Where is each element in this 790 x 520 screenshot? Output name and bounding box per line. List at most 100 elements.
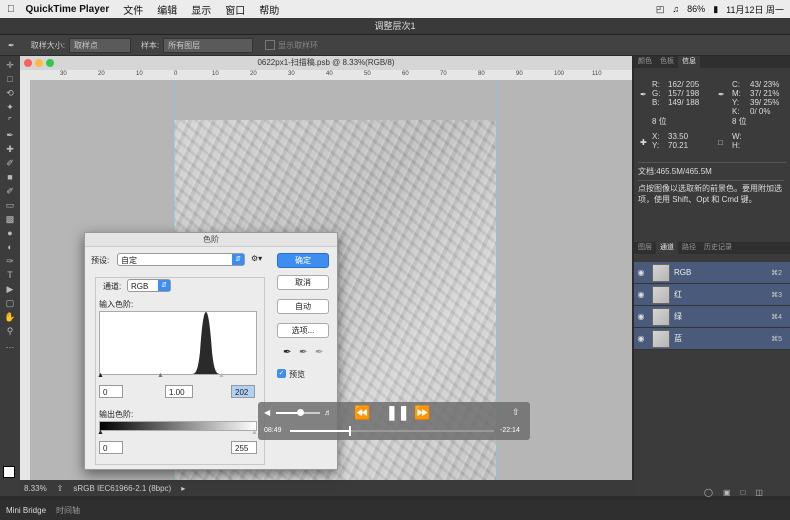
magic-wand-tool-icon[interactable]: ✦ [3,102,17,112]
cancel-button[interactable]: 取消 [277,275,329,290]
eye-icon[interactable]: ◉ [634,268,648,277]
wifi-icon[interactable]: ◰ [656,4,665,15]
show-ring-checkbox[interactable] [265,40,276,50]
eyedropper-tool-icon[interactable]: ✒ [3,130,17,140]
gradient-tool-icon[interactable]: ▩ [3,214,17,224]
delete-channel-icon[interactable]: ◫ [755,488,763,497]
ok-button[interactable]: 确定 [277,253,329,268]
output-black-slider-icon[interactable]: ▲ [97,429,104,436]
apple-icon[interactable]:  [7,4,15,15]
volume-high-icon[interactable]: ♬ [324,408,332,417]
channel-row-red[interactable]: ◉ 红 ⌘3 [634,284,790,306]
volume-icon[interactable]: ♫ [672,4,679,14]
history-brush-tool-icon[interactable]: ✐ [3,186,17,196]
input-gray-slider-icon[interactable]: ▲ [157,372,164,379]
dodge-tool-icon[interactable]: ◐ [3,242,17,252]
auto-button[interactable]: 自动 [277,299,329,314]
progress-playhead[interactable] [349,426,352,436]
menu-app-name[interactable]: QuickTime Player [26,4,110,15]
menu-file[interactable]: 文件 [123,2,143,17]
battery-icon[interactable]: ▮ [713,4,718,15]
eye-icon[interactable]: ◉ [634,312,648,321]
white-point-eyedropper-icon[interactable]: ✒ [315,347,323,358]
input-black-field[interactable]: 0 [99,385,123,398]
info-k-value: 0/ 0% [750,107,771,116]
tab-mini-bridge[interactable]: Mini Bridge [6,506,46,515]
pen-tool-icon[interactable]: ✑ [3,256,17,266]
eraser-tool-icon[interactable]: ▭ [3,200,17,210]
stamp-tool-icon[interactable]: ■ [3,172,17,182]
minimize-window-button[interactable] [35,59,43,67]
crop-tool-icon[interactable]: ⌜ [3,116,17,126]
zoom-level[interactable]: 8.33% [24,484,47,493]
preview-checkbox[interactable]: ✓ [277,369,286,378]
output-black-field[interactable]: 0 [99,441,123,454]
menu-edit[interactable]: 编辑 [157,2,177,17]
menu-view[interactable]: 显示 [191,2,211,17]
save-selection-icon[interactable]: ▣ [723,488,731,497]
hand-tool-icon[interactable]: ✋ [3,312,17,322]
load-selection-icon[interactable]: ◯ [704,488,713,497]
tab-info[interactable]: 信息 [678,56,700,68]
path-select-tool-icon[interactable]: ▶ [3,284,17,294]
channel-select[interactable]: RGB ⇵ [127,279,171,292]
more-tools-icon[interactable]: … [3,340,17,350]
tab-layers[interactable]: 图层 [634,242,656,254]
black-point-eyedropper-icon[interactable]: ✒ [283,347,291,358]
info-doc-size: 文档:465.5M/465.5M [638,162,786,177]
healing-tool-icon[interactable]: ✚ [3,144,17,154]
tab-color[interactable]: 颜色 [634,56,656,68]
foreground-color-swatch[interactable] [3,466,15,478]
progress-bar[interactable] [290,426,494,436]
rewind-icon[interactable]: ⏪ [354,405,370,421]
move-tool-icon[interactable]: ✛ [3,60,17,70]
channel-row-green[interactable]: ◉ 绿 ⌘4 [634,306,790,328]
preset-options-gear-icon[interactable]: ⚙▾ [251,254,262,263]
tab-history[interactable]: 历史记录 [700,242,736,254]
channel-row-blue[interactable]: ◉ 蓝 ⌘5 [634,328,790,350]
marquee-tool-icon[interactable]: □ [3,74,17,84]
input-white-slider-icon[interactable]: ▲ [218,372,225,379]
share-icon[interactable]: ⇧ [57,484,64,493]
eyedropper-icon[interactable]: ✒ [8,41,15,50]
tab-swatches[interactable]: 色板 [656,56,678,68]
input-gamma-field[interactable]: 1.00 [165,385,193,398]
menu-help[interactable]: 帮助 [259,2,279,17]
zoom-tool-icon[interactable]: ⚲ [3,326,17,336]
fast-forward-icon[interactable]: ⏩ [414,405,430,421]
volume-slider[interactable] [276,409,320,416]
pause-icon[interactable]: ❚❚ [386,404,409,421]
eye-icon[interactable]: ◉ [634,290,648,299]
tab-channels[interactable]: 通道 [656,242,678,254]
preset-select[interactable]: 自定 ⇵ [117,253,245,266]
type-tool-icon[interactable]: T [3,270,17,280]
menu-window[interactable]: 窗口 [225,2,245,17]
lasso-tool-icon[interactable]: ⟲ [3,88,17,98]
gray-point-eyedropper-icon[interactable]: ✒ [299,347,307,358]
volume-low-icon[interactable]: ◀ [264,408,270,417]
close-window-button[interactable] [24,59,32,67]
output-white-slider-icon[interactable]: ▲ [251,429,258,436]
status-menu-arrow-icon[interactable]: ▸ [181,484,185,493]
input-black-slider-icon[interactable]: ▲ [97,372,104,379]
new-channel-icon[interactable]: □ [741,488,746,497]
share-icon[interactable]: ⇧ [512,407,520,418]
blur-tool-icon[interactable]: ● [3,228,17,238]
menubar-date[interactable]: 11月12日 周一 [726,3,784,16]
tab-timeline[interactable]: 时间轴 [56,505,80,516]
info-k-label: K: [732,107,740,116]
tab-paths[interactable]: 路径 [678,242,700,254]
options-button[interactable]: 选项... [277,323,329,338]
brush-tool-icon[interactable]: ✐ [3,158,17,168]
sample-select[interactable]: 所有图层 [163,37,254,53]
options-bar: ✒ 取样大小: 取样点 样本: 所有图层 显示取样环 [0,35,790,56]
input-white-field[interactable]: 202 [231,385,255,398]
zoom-window-button[interactable] [46,59,54,67]
volume-slider-knob[interactable] [297,409,305,416]
output-white-field[interactable]: 255 [231,441,257,454]
input-levels-label: 输入色阶: [99,300,134,309]
channel-row-rgb[interactable]: ◉ RGB ⌘2 [634,262,790,284]
sample-size-select[interactable]: 取样点 [68,37,131,53]
shape-tool-icon[interactable]: ▢ [3,298,17,308]
eye-icon[interactable]: ◉ [634,334,648,343]
